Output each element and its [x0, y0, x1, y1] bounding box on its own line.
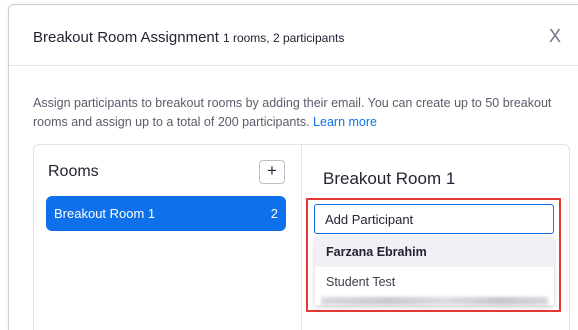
room-name: Breakout Room 1 — [54, 206, 156, 221]
rooms-panel: Rooms + Breakout Room 1 2 Breakout Room … — [33, 144, 570, 330]
rooms-heading: Rooms — [48, 163, 99, 180]
close-icon[interactable]: X — [549, 27, 561, 45]
rooms-column: Rooms + Breakout Room 1 2 — [34, 145, 302, 330]
room-list-item[interactable]: Breakout Room 1 2 — [46, 196, 286, 231]
room-detail-title: Breakout Room 1 — [323, 169, 456, 188]
dialog-subtitle: 1 rooms, 2 participants — [222, 31, 345, 45]
blurred-suggestion — [321, 297, 548, 305]
participant-suggestions: Farzana Ebrahim Student Test — [315, 237, 554, 305]
room-participant-count: 2 — [270, 206, 278, 221]
dialog-title-text: Breakout Room Assignment — [33, 29, 219, 46]
suggestion-item[interactable]: Farzana Ebrahim — [315, 237, 554, 267]
learn-more-link[interactable]: Learn more — [313, 115, 377, 129]
breakout-room-dialog: Breakout Room Assignment 1 rooms, 2 parti… — [8, 4, 578, 330]
dialog-header: Breakout Room Assignment 1 rooms, 2 parti… — [9, 5, 578, 66]
add-room-button[interactable]: + — [259, 160, 285, 184]
dialog-description: Assign participants to breakout rooms by… — [33, 94, 563, 132]
add-participant-input[interactable] — [314, 204, 554, 234]
suggestion-item[interactable]: Student Test — [315, 267, 554, 297]
description-text: Assign participants to breakout rooms by… — [33, 96, 552, 129]
dialog-title: Breakout Room Assignment 1 rooms, 2 parti… — [33, 29, 344, 46]
